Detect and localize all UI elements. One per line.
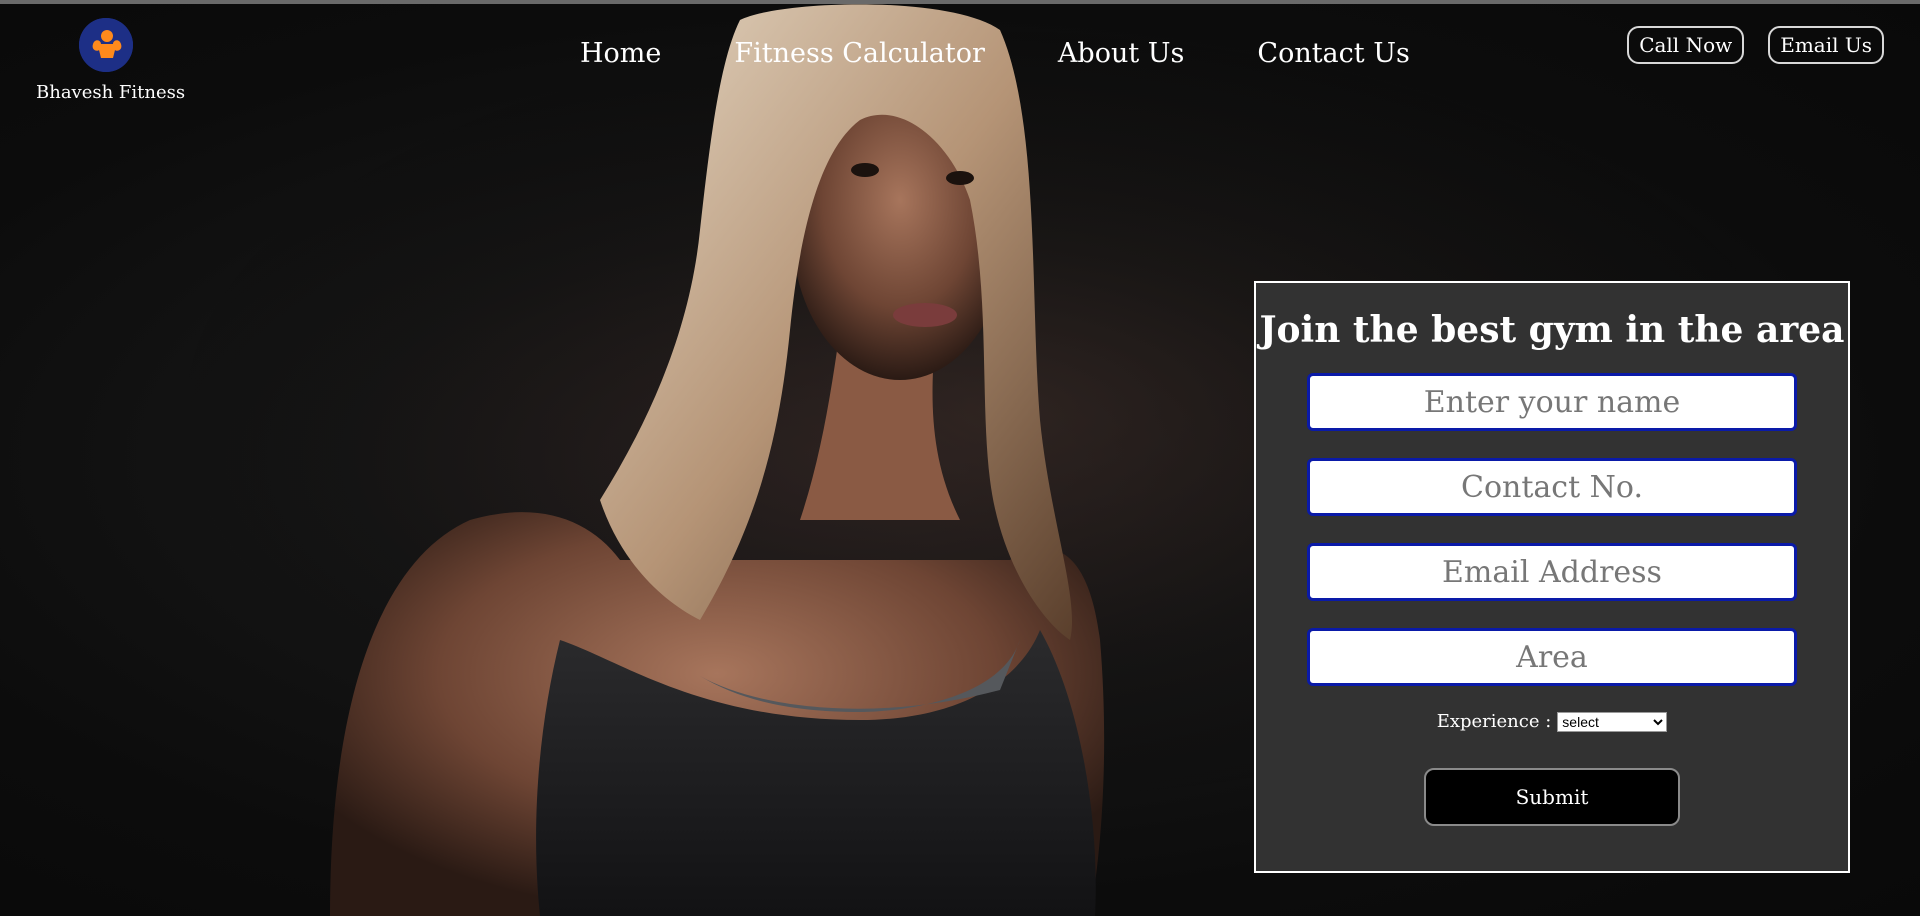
main-nav: Home Fitness Calculator About Us Contact… (580, 38, 1410, 69)
submit-button[interactable]: Submit (1424, 768, 1680, 826)
nav-about-us[interactable]: About Us (1058, 38, 1184, 69)
call-now-button[interactable]: Call Now (1627, 26, 1745, 64)
experience-select[interactable]: select (1557, 711, 1668, 732)
nav-contact-us[interactable]: Contact Us (1257, 38, 1409, 69)
header-actions: Call Now Email Us (1627, 26, 1884, 64)
email-input[interactable] (1307, 543, 1797, 601)
form-title: Join the best gym in the area (1259, 309, 1845, 351)
flexing-bodybuilder-icon (79, 18, 133, 72)
email-us-button[interactable]: Email Us (1768, 26, 1884, 64)
experience-label: Experience : (1436, 711, 1552, 732)
join-form-panel: Join the best gym in the area Experience… (1254, 281, 1850, 873)
brand-name: Bhavesh Fitness (36, 82, 186, 103)
nav-fitness-calculator[interactable]: Fitness Calculator (734, 38, 985, 69)
nav-home[interactable]: Home (580, 38, 661, 69)
landing-page: Bhavesh Fitness Home Fitness Calculator … (0, 0, 1920, 916)
name-input[interactable] (1307, 373, 1797, 431)
contact-input[interactable] (1307, 458, 1797, 516)
brand-logo[interactable]: Bhavesh Fitness (36, 18, 186, 103)
area-input[interactable] (1307, 628, 1797, 686)
experience-row: Experience : select (1256, 711, 1848, 732)
